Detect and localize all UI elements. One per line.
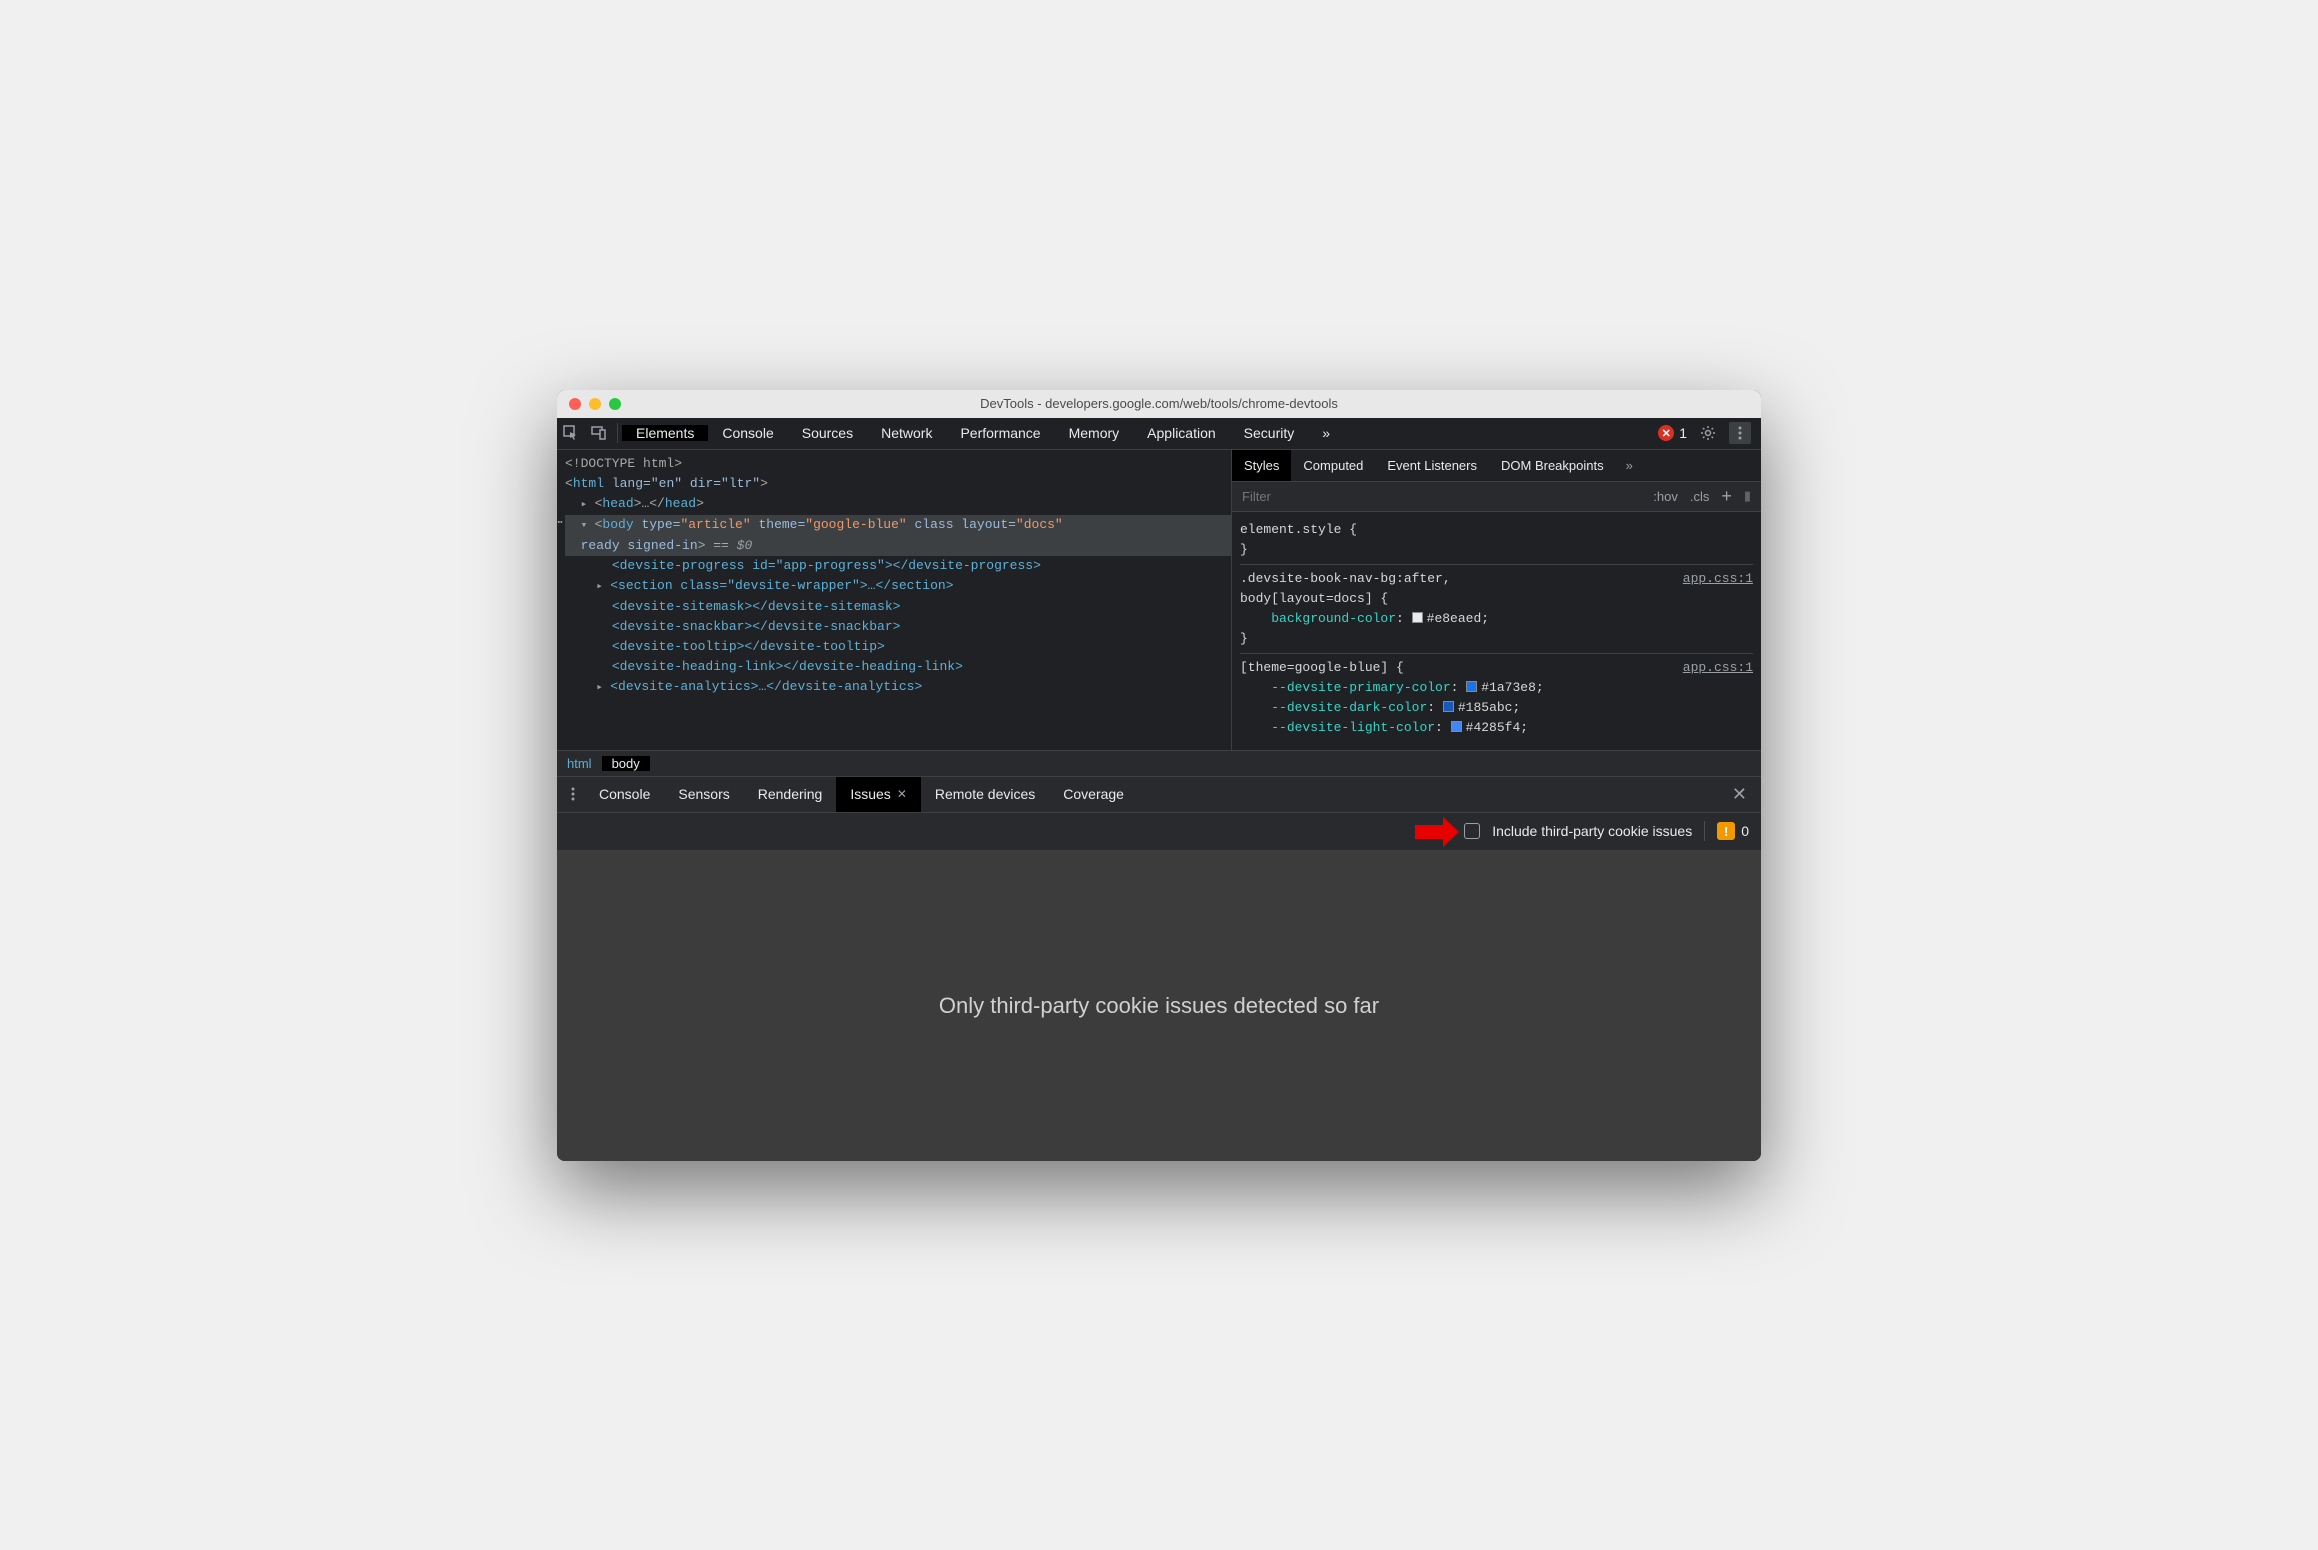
error-count-badge[interactable]: ✕ 1	[1658, 425, 1687, 441]
tree-child[interactable]: <devsite-snackbar></devsite-snackbar>	[612, 619, 901, 634]
error-icon: ✕	[1658, 425, 1674, 441]
styles-sidebar: Styles Computed Event Listeners DOM Brea…	[1231, 450, 1761, 750]
sidebar-tabs-overflow[interactable]: »	[1616, 450, 1643, 481]
sidebar-tab-dom-breakpoints[interactable]: DOM Breakpoints	[1489, 450, 1616, 481]
tab-application[interactable]: Application	[1133, 425, 1230, 441]
scrollbar-hint-icon: ▮	[1744, 488, 1751, 504]
drawer-close-icon[interactable]: ✕	[1718, 777, 1761, 812]
tab-security[interactable]: Security	[1230, 425, 1309, 441]
sidebar-tab-event-listeners[interactable]: Event Listeners	[1375, 450, 1489, 481]
issues-count: 0	[1741, 823, 1749, 839]
tab-elements[interactable]: Elements	[622, 425, 708, 441]
styles-filter-input[interactable]	[1232, 489, 1643, 504]
hov-toggle[interactable]: :hov	[1653, 489, 1678, 504]
inspect-element-icon[interactable]	[557, 425, 585, 441]
tabs-overflow[interactable]: »	[1308, 425, 1344, 441]
drawer-tab-issues[interactable]: Issues✕	[836, 777, 921, 812]
cls-toggle[interactable]: .cls	[1690, 489, 1710, 504]
breadcrumb-item[interactable]: body	[602, 756, 650, 771]
main-panel: ⋯ <!DOCTYPE html> <html lang="en" dir="l…	[557, 450, 1761, 750]
issues-empty-message: Only third-party cookie issues detected …	[939, 993, 1379, 1019]
main-menu-kebab-icon[interactable]	[1729, 422, 1751, 444]
drawer-tab-sensors[interactable]: Sensors	[664, 777, 743, 812]
issues-count-badge[interactable]: ! 0	[1717, 822, 1749, 840]
new-style-rule-icon[interactable]: +	[1721, 486, 1732, 507]
tree-child[interactable]: <devsite-heading-link></devsite-heading-…	[612, 659, 963, 674]
drawer-tab-rendering[interactable]: Rendering	[744, 777, 837, 812]
selected-element-row[interactable]: <body type="article" theme="google-blue"…	[565, 515, 1231, 556]
drawer-tabbar: Console Sensors Rendering Issues✕ Remote…	[557, 777, 1761, 813]
issues-toolbar: Include third-party cookie issues ! 0	[557, 813, 1761, 851]
main-tabbar: Elements Console Sources Network Perform…	[557, 418, 1761, 450]
zoom-window-button[interactable]	[609, 398, 621, 410]
breadcrumb-item[interactable]: html	[557, 756, 602, 771]
tree-child[interactable]: <devsite-tooltip></devsite-tooltip>	[612, 639, 885, 654]
sidebar-tab-computed[interactable]: Computed	[1291, 450, 1375, 481]
expand-toggle-icon[interactable]	[581, 517, 595, 532]
drawer-tab-console[interactable]: Console	[585, 777, 664, 812]
expand-toggle-icon[interactable]	[596, 679, 610, 694]
tree-child[interactable]: <devsite-analytics>…</devsite-analytics>	[610, 679, 922, 694]
window-title: DevTools - developers.google.com/web/too…	[557, 396, 1761, 411]
titlebar: DevTools - developers.google.com/web/too…	[557, 390, 1761, 418]
sidebar-tab-styles[interactable]: Styles	[1232, 450, 1291, 481]
separator	[1704, 821, 1705, 841]
tab-sources[interactable]: Sources	[788, 425, 867, 441]
close-window-button[interactable]	[569, 398, 581, 410]
gutter-dots-icon: ⋯	[557, 515, 564, 530]
include-third-party-checkbox[interactable]	[1464, 823, 1480, 839]
style-rule[interactable]: app.css:1 .devsite-book-nav-bg:after, bo…	[1240, 564, 1753, 653]
sidebar-tabbar: Styles Computed Event Listeners DOM Brea…	[1232, 450, 1761, 482]
close-tab-icon[interactable]: ✕	[897, 787, 907, 801]
style-rule[interactable]: element.style { }	[1240, 516, 1753, 564]
traffic-lights	[569, 398, 621, 410]
color-swatch-icon[interactable]	[1451, 721, 1462, 732]
warning-icon: !	[1717, 822, 1735, 840]
color-swatch-icon[interactable]	[1443, 701, 1454, 712]
styles-filter-row: :hov .cls + ▮	[1232, 482, 1761, 512]
tab-console[interactable]: Console	[708, 425, 787, 441]
drawer-menu-kebab-icon[interactable]	[561, 777, 585, 812]
source-link[interactable]: app.css:1	[1683, 569, 1753, 589]
tab-network[interactable]: Network	[867, 425, 946, 441]
error-count: 1	[1679, 425, 1687, 441]
annotation-arrow-icon	[1413, 815, 1461, 849]
tab-memory[interactable]: Memory	[1055, 425, 1134, 441]
styles-body[interactable]: element.style { } app.css:1 .devsite-boo…	[1232, 512, 1761, 746]
dom-breadcrumb: html body	[557, 750, 1761, 776]
drawer-panel: Console Sensors Rendering Issues✕ Remote…	[557, 776, 1761, 1161]
tree-child[interactable]: <devsite-sitemask></devsite-sitemask>	[612, 599, 901, 614]
minimize-window-button[interactable]	[589, 398, 601, 410]
source-link[interactable]: app.css:1	[1683, 658, 1753, 678]
tree-child[interactable]: <section class="devsite-wrapper">…</sect…	[610, 578, 953, 593]
elements-tree[interactable]: ⋯ <!DOCTYPE html> <html lang="en" dir="l…	[557, 450, 1231, 750]
devtools-window: DevTools - developers.google.com/web/too…	[557, 390, 1761, 1161]
tab-performance[interactable]: Performance	[946, 425, 1054, 441]
expand-toggle-icon[interactable]	[581, 496, 595, 511]
tree-child[interactable]: <devsite-progress id="app-progress"></de…	[612, 558, 1041, 573]
include-third-party-label[interactable]: Include third-party cookie issues	[1492, 823, 1692, 839]
settings-gear-icon[interactable]	[1697, 422, 1719, 444]
drawer-tab-coverage[interactable]: Coverage	[1049, 777, 1138, 812]
expand-toggle-icon[interactable]	[596, 578, 610, 593]
toggle-device-icon[interactable]	[585, 425, 613, 441]
doctype: <!DOCTYPE html>	[565, 456, 682, 471]
color-swatch-icon[interactable]	[1412, 612, 1423, 623]
issues-body: Only third-party cookie issues detected …	[557, 851, 1761, 1161]
color-swatch-icon[interactable]	[1466, 681, 1477, 692]
style-rule[interactable]: app.css:1 [theme=google-blue] { --devsit…	[1240, 653, 1753, 742]
drawer-tab-remote-devices[interactable]: Remote devices	[921, 777, 1049, 812]
